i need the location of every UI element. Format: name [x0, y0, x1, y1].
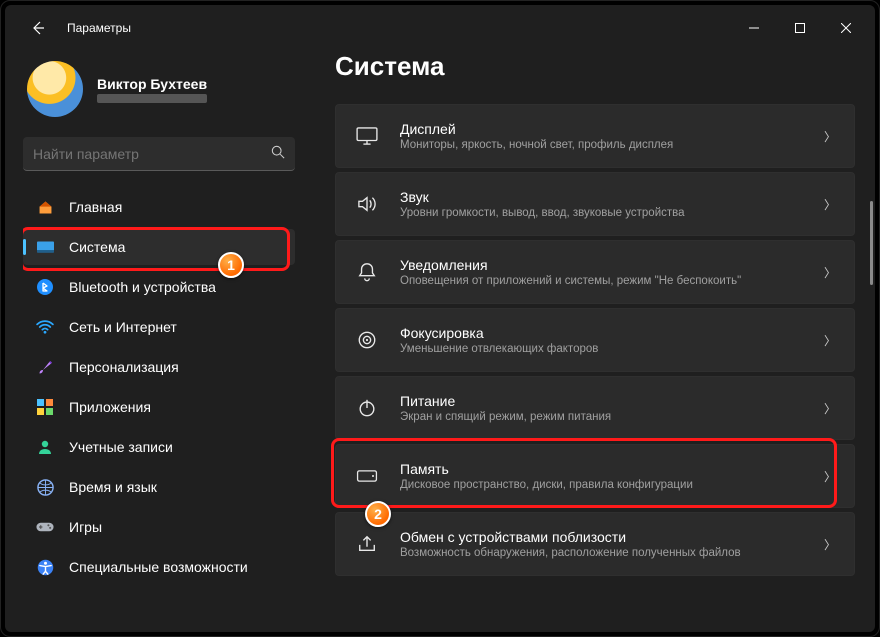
focus-icon — [354, 327, 380, 353]
setting-sub: Возможность обнаружения, расположение по… — [400, 547, 824, 559]
setting-sound[interactable]: Звук Уровни громкости, вывод, ввод, звуко… — [335, 172, 855, 236]
storage-icon — [354, 463, 380, 489]
setting-power[interactable]: Питание Экран и спящий режим, режим питан… — [335, 376, 855, 440]
sidebar-item-label: Персонализация — [69, 359, 179, 375]
sidebar-item-time[interactable]: Время и язык — [23, 469, 295, 505]
chevron-right-icon: 〉 — [824, 332, 836, 349]
brush-icon — [35, 357, 55, 377]
chevron-right-icon: 〉 — [824, 128, 836, 145]
sidebar-item-gaming[interactable]: Игры — [23, 509, 295, 545]
setting-sub: Уровни громкости, вывод, ввод, звуковые … — [400, 207, 824, 219]
maximize-button[interactable] — [777, 13, 823, 43]
sidebar-item-label: Bluetooth и устройства — [69, 279, 216, 295]
setting-sub: Дисковое пространство, диски, правила ко… — [400, 479, 824, 491]
minimize-button[interactable] — [731, 13, 777, 43]
system-icon — [35, 237, 55, 257]
setting-title: Дисплей — [400, 121, 824, 137]
chevron-right-icon: 〉 — [824, 264, 836, 281]
user-name: Виктор Бухтеев — [97, 76, 207, 92]
sidebar-item-personalization[interactable]: Персонализация — [23, 349, 295, 385]
sidebar-item-label: Специальные возможности — [69, 559, 248, 575]
close-button[interactable] — [823, 13, 869, 43]
share-icon — [354, 531, 380, 557]
setting-notifications[interactable]: Уведомления Оповещения от приложений и си… — [335, 240, 855, 304]
title-bar: Параметры — [5, 5, 875, 45]
bluetooth-icon — [35, 277, 55, 297]
avatar — [27, 61, 83, 117]
sidebar-item-label: Игры — [69, 519, 102, 535]
search-icon — [271, 145, 285, 162]
setting-title: Память — [400, 461, 824, 477]
profile-block[interactable]: Виктор Бухтеев — [23, 45, 295, 133]
app-name: Параметры — [67, 21, 131, 35]
page-title: Система — [335, 51, 855, 82]
sidebar-item-home[interactable]: Главная — [23, 189, 295, 225]
home-icon — [35, 197, 55, 217]
user-sub — [97, 94, 207, 103]
sidebar-item-accounts[interactable]: Учетные записи — [23, 429, 295, 465]
setting-title: Уведомления — [400, 257, 824, 273]
back-button[interactable] — [23, 13, 53, 43]
sidebar-item-label: Время и язык — [69, 479, 157, 495]
sidebar-item-label: Система — [69, 239, 125, 255]
apps-icon — [35, 397, 55, 417]
search-input[interactable] — [33, 146, 271, 162]
clock-globe-icon — [35, 477, 55, 497]
scrollbar[interactable] — [870, 201, 873, 285]
setting-sub: Мониторы, яркость, ночной свет, профиль … — [400, 139, 824, 151]
setting-sub: Уменьшение отвлекающих факторов — [400, 343, 824, 355]
setting-title: Фокусировка — [400, 325, 824, 341]
wifi-icon — [35, 317, 55, 337]
sidebar-item-bluetooth[interactable]: Bluetooth и устройства — [23, 269, 295, 305]
chevron-right-icon: 〉 — [824, 196, 836, 213]
person-icon — [35, 437, 55, 457]
search-box[interactable] — [23, 137, 295, 171]
gamepad-icon — [35, 517, 55, 537]
setting-sub: Оповещения от приложений и системы, режи… — [400, 275, 824, 287]
display-icon — [354, 123, 380, 149]
setting-display[interactable]: Дисплей Мониторы, яркость, ночной свет, п… — [335, 104, 855, 168]
setting-title: Звук — [400, 189, 824, 205]
setting-focus[interactable]: Фокусировка Уменьшение отвлекающих фактор… — [335, 308, 855, 372]
sidebar-item-label: Главная — [69, 199, 122, 215]
setting-title: Обмен с устройствами поблизости — [400, 529, 824, 545]
accessibility-icon — [35, 557, 55, 577]
sidebar-item-label: Сеть и Интернет — [69, 319, 177, 335]
chevron-right-icon: 〉 — [824, 468, 836, 485]
chevron-right-icon: 〉 — [824, 536, 836, 553]
setting-storage[interactable]: Память Дисковое пространство, диски, прав… — [335, 444, 855, 508]
nav-list: Главная Система Bluetooth и устройства С… — [23, 189, 295, 585]
setting-sub: Экран и спящий режим, режим питания — [400, 411, 824, 423]
power-icon — [354, 395, 380, 421]
sidebar-item-label: Учетные записи — [69, 439, 173, 455]
setting-nearby-share[interactable]: Обмен с устройствами поблизости Возможнос… — [335, 512, 855, 576]
sidebar-item-label: Приложения — [69, 399, 151, 415]
setting-title: Питание — [400, 393, 824, 409]
main-panel: Система Дисплей Мониторы, яркость, ночной… — [305, 45, 875, 632]
sidebar-item-apps[interactable]: Приложения — [23, 389, 295, 425]
sidebar-item-system[interactable]: Система — [23, 229, 295, 265]
sound-icon — [354, 191, 380, 217]
chevron-right-icon: 〉 — [824, 400, 836, 417]
sidebar: Виктор Бухтеев Главная — [5, 45, 305, 632]
sidebar-item-accessibility[interactable]: Специальные возможности — [23, 549, 295, 585]
bell-icon — [354, 259, 380, 285]
sidebar-item-network[interactable]: Сеть и Интернет — [23, 309, 295, 345]
